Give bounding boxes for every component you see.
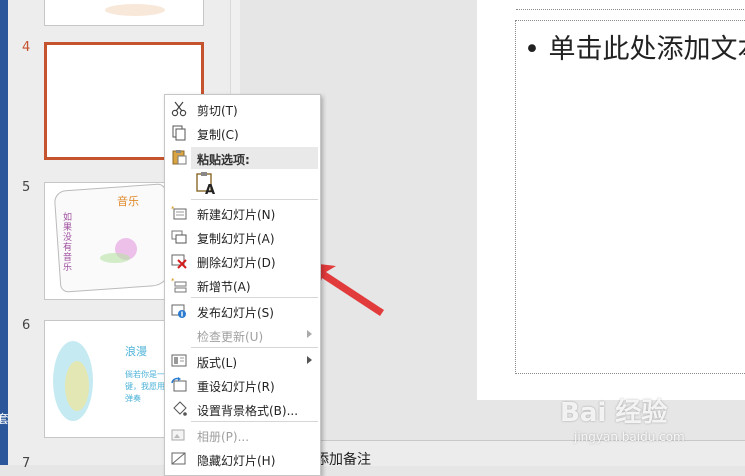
piano-title: 浪漫: [125, 345, 147, 358]
publish-slides-icon: [171, 304, 186, 318]
menu-label: 新建幻灯片(N): [197, 208, 276, 222]
photo-album-icon: [171, 429, 185, 441]
menu-separator: [191, 199, 318, 200]
context-menu[interactable]: 剪切(T) 复制(C) 粘贴选项: A * 新建幻灯片(N) 复制幻灯片(A) …: [164, 94, 321, 476]
slide-number-7: 7: [22, 456, 31, 471]
delete-slide-icon: [171, 254, 187, 269]
notes-placeholder: 添加备注: [315, 452, 371, 468]
menu-item-hide-slide[interactable]: 隐藏幻灯片(H): [165, 447, 320, 471]
menu-item-add-section[interactable]: * 新增节(A): [165, 273, 320, 297]
slide-number-5: 5: [22, 180, 31, 195]
menu-label: 重设幻灯片(R): [197, 380, 275, 394]
menu-label: 相册(P)...: [197, 430, 250, 444]
menu-label: 复制(C): [197, 128, 239, 142]
slide-number-4: 4: [22, 40, 31, 55]
placeholder-top-border: [516, 9, 745, 11]
decoration: [65, 361, 89, 411]
copy-icon: [172, 125, 186, 141]
menu-item-copy[interactable]: 复制(C): [165, 121, 320, 145]
new-slide-icon: *: [171, 205, 187, 220]
paste-options-header: 粘贴选项:: [191, 147, 318, 169]
menu-item-duplicate-slide[interactable]: 复制幻灯片(A): [165, 225, 320, 249]
svg-text:*: *: [171, 205, 175, 213]
reset-slide-icon: [171, 377, 187, 392]
decoration: [105, 4, 165, 16]
content-placeholder[interactable]: • 单击此处添加文本: [515, 9, 745, 374]
menu-label: 检查更新(U): [197, 330, 264, 344]
paint-bucket-icon: [173, 401, 187, 416]
placeholder-text: • 单击此处添加文本: [524, 34, 745, 65]
menu-item-cut[interactable]: 剪切(T): [165, 97, 320, 121]
submenu-arrow-icon: [307, 330, 312, 338]
menu-item-check-updates[interactable]: 检查更新(U): [165, 323, 320, 347]
menu-item-delete-slide[interactable]: 删除幻灯片(D): [165, 249, 320, 273]
paste-keep-text-icon[interactable]: A: [195, 171, 217, 195]
menu-label: 设置背景格式(B)...: [197, 404, 299, 418]
submenu-arrow-icon: [307, 356, 312, 364]
menu-label: 剪切(T): [197, 104, 238, 118]
clipboard-icon: [172, 150, 187, 165]
slide-number-6: 6: [22, 318, 31, 333]
add-section-icon: *: [171, 277, 187, 293]
menu-item-publish-slides[interactable]: 发布幻灯片(S): [165, 299, 320, 323]
menu-label: 新增节(A): [197, 280, 251, 294]
duplicate-slide-icon: [171, 230, 187, 244]
music-title: 音乐: [117, 195, 139, 208]
layout-icon: [171, 354, 187, 367]
menu-label: 版式(L): [197, 356, 238, 370]
menu-label: 发布幻灯片(S): [197, 306, 274, 320]
menu-item-photo-album[interactable]: 相册(P)...: [165, 423, 320, 447]
watermark-logo: Bai 经验: [560, 398, 668, 428]
menu-separator: [191, 297, 318, 298]
svg-text:A: A: [205, 183, 215, 195]
menu-item-reset-slide[interactable]: 重设幻灯片(R): [165, 373, 320, 397]
svg-text:*: *: [171, 277, 175, 285]
menu-label: 隐藏幻灯片(H): [197, 454, 276, 468]
watermark-url: jingyan.baidu.com: [574, 430, 685, 444]
menu-item-new-slide[interactable]: * 新建幻灯片(N): [165, 201, 320, 225]
menu-label: 删除幻灯片(D): [197, 256, 276, 270]
menu-item-layout[interactable]: 版式(L): [165, 349, 320, 373]
scissors-icon: [171, 101, 187, 117]
menu-label: 复制幻灯片(A): [197, 232, 275, 246]
current-slide[interactable]: • 单击此处添加文本: [477, 0, 745, 400]
paste-options-label: 粘贴选项:: [197, 153, 250, 167]
menu-separator: [191, 421, 318, 422]
menu-separator: [191, 347, 318, 348]
window-edge: 套: [0, 0, 9, 465]
music-vertical-text: 如果没有音乐: [63, 213, 73, 273]
decoration: [100, 253, 130, 263]
menu-item-format-background[interactable]: 设置背景格式(B)...: [165, 397, 320, 421]
slide-thumbnail-3[interactable]: [44, 0, 204, 26]
watermark: Bai 经验 jingyan.baidu.com: [560, 392, 710, 462]
